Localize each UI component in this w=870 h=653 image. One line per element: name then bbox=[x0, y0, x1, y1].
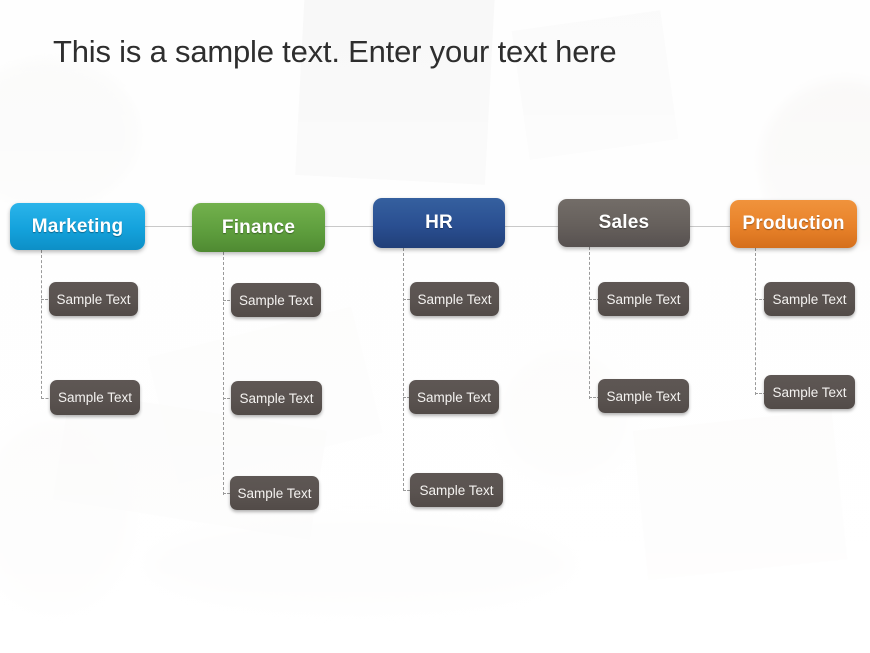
sub-box-label: Sample Text bbox=[238, 292, 314, 308]
sub-box-label: Sample Text bbox=[772, 291, 847, 307]
connector-spine-4 bbox=[690, 226, 730, 227]
header-box-sales[interactable]: Sales bbox=[558, 199, 690, 247]
stem-production bbox=[755, 248, 756, 395]
slide-canvas: This is a sample text. Enter your text h… bbox=[0, 0, 870, 653]
sub-box-label: Sample Text bbox=[56, 291, 131, 307]
sub-box-hr-2[interactable]: Sample Text bbox=[409, 380, 499, 414]
background-photo bbox=[0, 0, 870, 653]
connector-spine-3 bbox=[505, 226, 558, 227]
sub-box-label: Sample Text bbox=[606, 291, 681, 307]
sub-box-hr-1[interactable]: Sample Text bbox=[410, 282, 499, 316]
sub-box-finance-3[interactable]: Sample Text bbox=[230, 476, 319, 510]
sub-box-production-1[interactable]: Sample Text bbox=[764, 282, 855, 316]
sub-box-label: Sample Text bbox=[416, 389, 492, 405]
stem-hr bbox=[403, 248, 404, 491]
sub-box-hr-3[interactable]: Sample Text bbox=[410, 473, 503, 507]
header-box-hr[interactable]: HR bbox=[373, 198, 505, 248]
sub-box-label: Sample Text bbox=[772, 384, 847, 400]
page-title: This is a sample text. Enter your text h… bbox=[53, 34, 617, 69]
sub-box-finance-2[interactable]: Sample Text bbox=[231, 381, 322, 415]
header-box-production[interactable]: Production bbox=[730, 200, 857, 248]
header-label-finance: Finance bbox=[221, 216, 296, 238]
header-label-production: Production bbox=[742, 213, 845, 234]
connector-spine-2 bbox=[325, 226, 373, 227]
sub-box-label: Sample Text bbox=[417, 291, 492, 307]
header-box-marketing[interactable]: Marketing bbox=[10, 203, 145, 250]
header-label-marketing: Marketing bbox=[31, 215, 124, 237]
stem-sales bbox=[589, 247, 590, 399]
connector-spine-1 bbox=[145, 226, 192, 227]
sub-box-sales-2[interactable]: Sample Text bbox=[598, 379, 689, 413]
header-box-finance[interactable]: Finance bbox=[192, 203, 325, 252]
sub-box-label: Sample Text bbox=[57, 390, 133, 405]
header-label-sales: Sales bbox=[598, 212, 650, 233]
sub-box-label: Sample Text bbox=[606, 388, 681, 404]
sub-box-label: Sample Text bbox=[419, 482, 494, 498]
sub-box-label: Sample Text bbox=[237, 485, 312, 501]
sub-box-production-2[interactable]: Sample Text bbox=[764, 375, 855, 409]
header-label-hr: HR bbox=[425, 212, 453, 233]
sub-box-marketing-2[interactable]: Sample Text bbox=[50, 380, 140, 415]
stem-finance bbox=[223, 252, 224, 495]
sub-box-finance-1[interactable]: Sample Text bbox=[231, 283, 321, 317]
sub-box-sales-1[interactable]: Sample Text bbox=[598, 282, 689, 316]
sub-box-label: Sample Text bbox=[239, 390, 314, 406]
sub-box-marketing-1[interactable]: Sample Text bbox=[49, 282, 138, 316]
stem-marketing bbox=[41, 250, 42, 399]
